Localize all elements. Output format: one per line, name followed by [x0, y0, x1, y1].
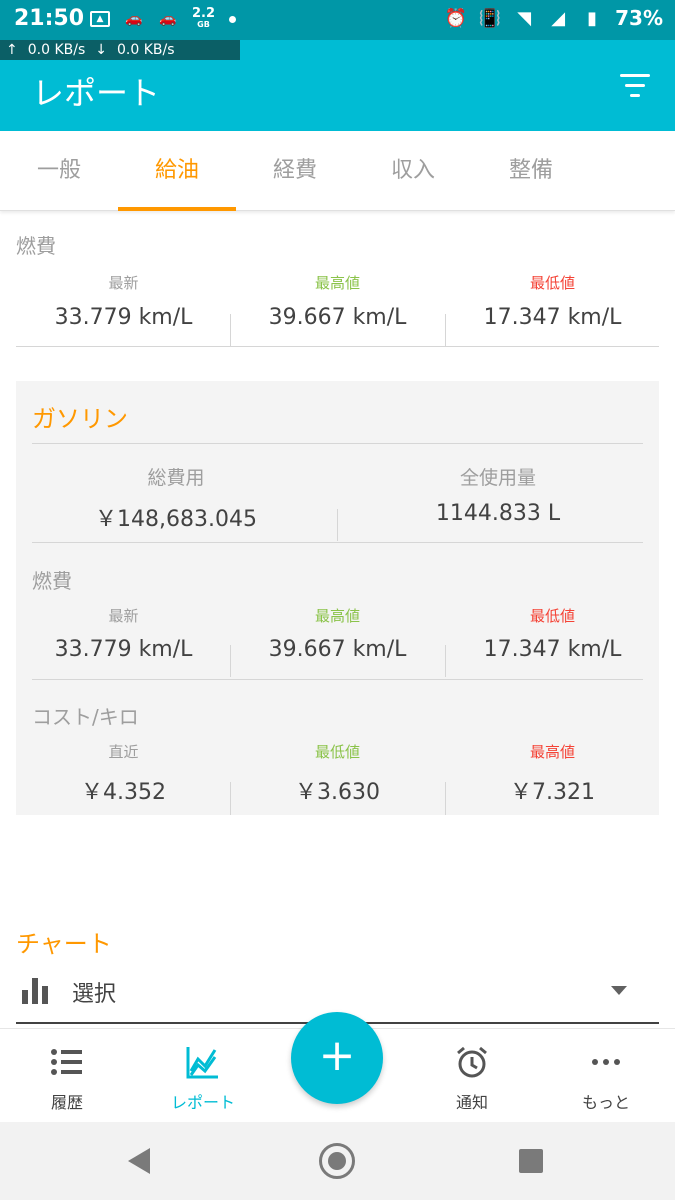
- nav-more[interactable]: もっと: [541, 1029, 671, 1123]
- latest-efficiency-value: 33.779 km/L: [54, 305, 193, 330]
- download-arrow-icon: ↓: [95, 42, 107, 58]
- notification-dot-icon: [229, 15, 237, 23]
- recent-caption: 直近: [108, 743, 139, 761]
- lowest-efficiency-value: 17.347 km/L: [483, 305, 622, 330]
- signal-icon: ◢: [551, 7, 566, 29]
- recent-apps-icon[interactable]: [519, 1149, 543, 1173]
- divider: [230, 314, 231, 346]
- chevron-down-icon: [611, 986, 627, 995]
- page-title: レポート: [32, 74, 161, 112]
- divider: [445, 645, 446, 677]
- car-icon: 🚗: [125, 11, 143, 27]
- tab-general[interactable]: 一般: [0, 131, 118, 211]
- chart-title: チャート: [16, 930, 112, 958]
- add-record-button[interactable]: +: [291, 1012, 383, 1104]
- vibrate-icon: 📳: [478, 7, 502, 29]
- home-icon[interactable]: [319, 1143, 355, 1179]
- line-chart-icon: [186, 1047, 218, 1079]
- divider: [230, 645, 231, 677]
- status-time: 21:50: [14, 6, 85, 31]
- latest-caption: 最新: [108, 607, 139, 625]
- download-speed: 0.0 KB/s: [116, 42, 175, 58]
- lowest-cost-per-km-value: ￥3.630: [295, 780, 380, 805]
- divider: [32, 443, 643, 444]
- lowest-caption: 最低値: [529, 607, 575, 625]
- gasoline-title: ガソリン: [32, 405, 128, 433]
- gasoline-efficiency-label: 燃費: [32, 569, 72, 593]
- nav-more-label: もっと: [581, 1093, 630, 1112]
- divider: [32, 679, 643, 680]
- total-cost-label: 総費用: [147, 467, 205, 489]
- gasoline-highest-efficiency-value: 39.667 km/L: [268, 637, 407, 662]
- highest-caption: 最高値: [314, 274, 360, 292]
- wifi-icon: ◥: [517, 7, 532, 29]
- status-icons-right: ⏰ 📳 ◥ ◢ ▮ 73%: [445, 6, 663, 30]
- bar-chart-icon: [22, 978, 50, 1004]
- status-bar: 21:50 ▲ 🚗 🚗 2.2 GB ⏰ 📳 ◥ ◢ ▮ 73%: [0, 0, 675, 40]
- total-cost-value: ￥148,683.045: [95, 507, 257, 532]
- filter-icon[interactable]: [619, 74, 651, 98]
- lowest-caption: 最低値: [529, 274, 575, 292]
- tab-expenses[interactable]: 経費: [236, 131, 354, 211]
- tab-maintenance[interactable]: 整備: [472, 131, 590, 211]
- divider: [445, 314, 446, 346]
- battery-percent: 73%: [615, 6, 663, 30]
- system-nav-bar: [0, 1122, 675, 1200]
- divider: [32, 542, 643, 543]
- image-icon: ▲: [90, 11, 110, 27]
- highest-cost-per-km-value: ￥7.321: [510, 780, 595, 805]
- total-volume-label: 全使用量: [459, 467, 536, 489]
- nav-report-label: レポート: [170, 1093, 235, 1112]
- nav-notifications[interactable]: 通知: [407, 1029, 537, 1123]
- back-icon[interactable]: [128, 1148, 150, 1174]
- nav-history-label: 履歴: [50, 1093, 83, 1112]
- network-speed-bar: ↑ 0.0 KB/s ↓ 0.0 KB/s: [0, 40, 240, 60]
- tab-income[interactable]: 収入: [354, 131, 472, 211]
- nav-notifications-label: 通知: [455, 1093, 488, 1112]
- cost-per-km-label: コスト/キロ: [32, 705, 139, 729]
- nav-report[interactable]: レポート: [138, 1029, 268, 1123]
- highest-caption: 最高値: [314, 607, 360, 625]
- tab-refuel[interactable]: 給油: [118, 131, 236, 211]
- list-icon: [51, 1049, 82, 1075]
- divider: [230, 782, 231, 815]
- highest-caption: 最高値: [529, 743, 575, 761]
- battery-icon: ▮: [587, 7, 598, 29]
- divider: [16, 346, 659, 347]
- more-dots-icon: [592, 1059, 620, 1065]
- upload-speed: 0.0 KB/s: [27, 42, 86, 58]
- total-volume-value: 1144.833 L: [435, 501, 561, 526]
- upload-arrow-icon: ↑: [6, 42, 18, 58]
- latest-caption: 最新: [108, 274, 139, 292]
- data-usage-indicator: 2.2 GB: [192, 6, 216, 29]
- alarm-icon: ⏰: [444, 7, 468, 29]
- gasoline-lowest-efficiency-value: 17.347 km/L: [483, 637, 622, 662]
- lowest-caption: 最低値: [314, 743, 360, 761]
- status-icons-left: ▲ 🚗 🚗 2.2 GB: [90, 6, 237, 30]
- divider: [445, 782, 446, 815]
- alarm-clock-icon: [457, 1046, 487, 1078]
- car-icon: 🚗: [159, 11, 177, 27]
- chart-select-value: 選択: [72, 982, 117, 1007]
- fuel-efficiency-label: 燃費: [16, 234, 56, 258]
- recent-cost-per-km-value: ￥4.352: [81, 780, 166, 805]
- highest-efficiency-value: 39.667 km/L: [268, 305, 407, 330]
- nav-history[interactable]: 履歴: [2, 1029, 132, 1123]
- gasoline-card: ガソリン 総費用 全使用量 ￥148,683.045 1144.833 L 燃費…: [16, 381, 659, 815]
- gasoline-latest-efficiency-value: 33.779 km/L: [54, 637, 193, 662]
- report-tabs: 一般 給油 経費 収入 整備: [0, 131, 675, 211]
- divider: [337, 509, 338, 541]
